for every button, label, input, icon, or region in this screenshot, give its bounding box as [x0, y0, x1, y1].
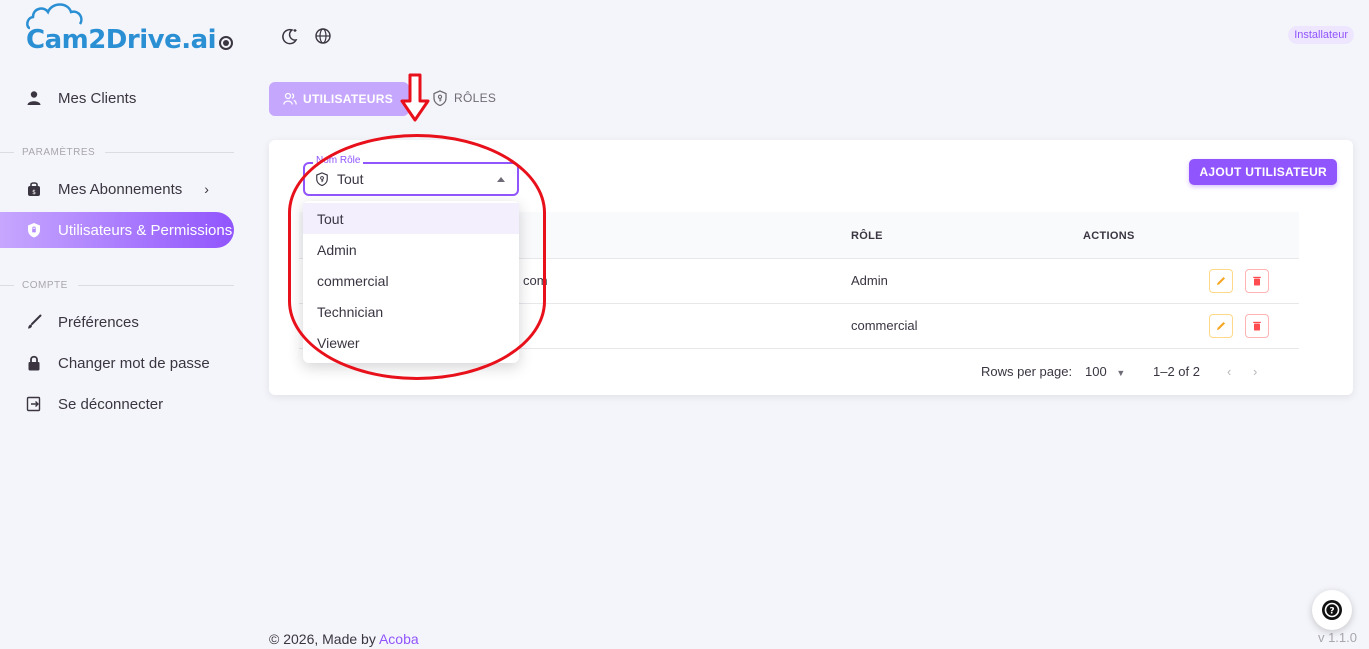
- sidebar-item-label: Se déconnecter: [58, 395, 164, 413]
- prev-page-button[interactable]: ‹: [1227, 364, 1231, 379]
- column-header-role: RÔLE: [851, 230, 883, 242]
- logout-icon: [24, 394, 44, 414]
- sidebar-item-preferences[interactable]: Préférences: [0, 304, 234, 340]
- role-filter-select[interactable]: Nom Rôle Tout: [303, 155, 519, 196]
- rows-per-page-label: Rows per page:: [981, 364, 1073, 379]
- tab-users[interactable]: UTILISATEURS: [269, 82, 409, 116]
- section-label-params: PARAMÈTRES: [0, 147, 234, 158]
- sidebar-item-label: Préférences: [58, 313, 139, 331]
- delete-button[interactable]: [1245, 269, 1269, 293]
- tab-roles[interactable]: RÔLES: [432, 90, 496, 106]
- role-filter-menu: Tout Admin commercial Technician Viewer: [303, 201, 519, 363]
- tab-label: RÔLES: [454, 91, 497, 105]
- annotation-arrow-icon: [400, 73, 430, 122]
- sidebar: Cam2Drive.ai Mes Clients PARAMÈTRES $ Me…: [0, 0, 250, 649]
- pencil-icon: [1217, 277, 1225, 285]
- pagination-range: 1–2 of 2: [1153, 364, 1200, 379]
- user-role-badge: Installateur: [1288, 26, 1354, 44]
- section-label-text: PARAMÈTRES: [22, 147, 96, 158]
- globe-icon[interactable]: [313, 26, 333, 46]
- trash-icon: [1253, 276, 1261, 286]
- select-value-text: Tout: [337, 171, 364, 187]
- menu-item-tout[interactable]: Tout: [303, 203, 519, 234]
- caret-down-icon: ▼: [1116, 368, 1126, 378]
- lock-icon: [24, 353, 44, 373]
- menu-item-technician[interactable]: Technician: [303, 296, 519, 327]
- column-header-actions: ACTIONS: [1083, 230, 1135, 242]
- caret-up-icon: [497, 177, 505, 182]
- edit-button[interactable]: [1209, 269, 1233, 293]
- rows-per-page-value: 100: [1085, 364, 1107, 379]
- chevron-right-icon: ›: [204, 181, 209, 197]
- svg-text:$: $: [32, 189, 36, 196]
- role-cell: commercial: [851, 318, 918, 333]
- add-user-button[interactable]: AJOUT UTILISATEUR: [1189, 159, 1337, 185]
- rows-per-page-select[interactable]: 100 ▼: [1085, 364, 1125, 379]
- users-icon: [283, 92, 297, 106]
- footer: © 2026, Made by Acoba: [269, 631, 419, 647]
- menu-item-viewer[interactable]: Viewer: [303, 327, 519, 358]
- menu-item-commercial[interactable]: commercial: [303, 265, 519, 296]
- help-icon: ?: [1322, 600, 1342, 620]
- app-version: v 1.1.0: [1317, 630, 1357, 645]
- shield-icon: [24, 220, 44, 240]
- sidebar-item-label: Utilisateurs & Permissions: [58, 221, 233, 239]
- trash-icon: [1253, 321, 1261, 331]
- sidebar-item-logout[interactable]: Se déconnecter: [0, 386, 234, 422]
- delete-button[interactable]: [1245, 314, 1269, 338]
- bag-icon: $: [24, 179, 44, 199]
- sidebar-item-label: Mes Clients: [58, 89, 137, 107]
- shield-key-icon: [315, 172, 329, 186]
- brand-name: Cam2Drive.ai: [26, 25, 217, 55]
- shield-key-icon: [432, 90, 448, 106]
- footer-copyright: © 2026, Made by: [269, 631, 379, 647]
- select-label: Nom Rôle: [313, 155, 364, 166]
- sidebar-item-users-permissions[interactable]: Utilisateurs & Permissions: [0, 212, 234, 248]
- sidebar-item-label: Changer mot de passe: [58, 354, 210, 372]
- footer-link[interactable]: Acoba: [379, 631, 419, 647]
- select-value: Tout: [315, 171, 363, 187]
- edit-button[interactable]: [1209, 314, 1233, 338]
- sidebar-item-label: Mes Abonnements: [58, 180, 183, 198]
- section-label-text: COMPTE: [22, 280, 68, 291]
- role-cell: Admin: [851, 273, 888, 288]
- menu-item-admin[interactable]: Admin: [303, 234, 519, 265]
- logo[interactable]: Cam2Drive.ai: [26, 3, 217, 68]
- tab-label: UTILISATEURS: [303, 92, 394, 106]
- section-label-account: COMPTE: [0, 280, 234, 291]
- pencil-icon: [1217, 322, 1225, 330]
- help-button[interactable]: ?: [1312, 590, 1352, 630]
- sidebar-item-subscriptions[interactable]: $ Mes Abonnements ›: [0, 171, 234, 207]
- brush-icon: [24, 312, 44, 332]
- sidebar-item-clients[interactable]: Mes Clients: [0, 80, 234, 116]
- radio-dot-icon: [219, 36, 233, 50]
- moon-icon[interactable]: [280, 26, 300, 46]
- svg-text:?: ?: [1329, 607, 1334, 617]
- email-cell: com: [523, 273, 548, 288]
- sidebar-item-change-password[interactable]: Changer mot de passe: [0, 345, 234, 381]
- next-page-button[interactable]: ›: [1253, 364, 1257, 379]
- user-icon: [24, 88, 44, 108]
